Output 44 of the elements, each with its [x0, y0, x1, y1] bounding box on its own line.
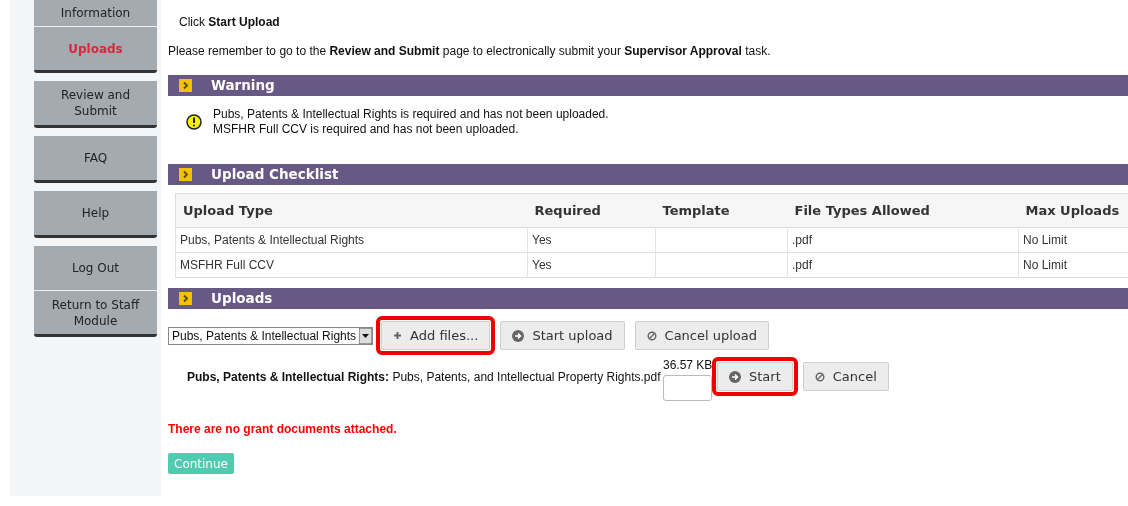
warning-message: MSFHR Full CCV is required and has not been uploaded.: [213, 122, 520, 137]
arrow-circle-icon: [512, 329, 525, 342]
column-header: Template: [655, 193, 788, 228]
upload-button[interactable]: Cancel: [802, 362, 889, 391]
column-header: Upload Type: [175, 193, 528, 228]
warning-message: Pubs, Patents & Intellectual Rights is required and has not been uploaded.: [213, 107, 609, 122]
arrow-circle-icon: [729, 370, 741, 383]
chevron-icon: [179, 168, 192, 181]
file-name: Pubs, Patents, and Intellectual Property Rights.pdf: [392, 370, 661, 384]
error-message: There are no grant documents attached.: [168, 421, 398, 438]
column-header: Max Uploads: [1018, 193, 1128, 228]
instruction-text: Click Start Upload: [179, 14, 281, 29]
chevron-icon: [179, 292, 192, 305]
sidebar-item[interactable]: Return to Staff Module: [34, 290, 157, 334]
upload-button[interactable]: Cancel upload: [634, 321, 769, 350]
section-title: Uploads: [211, 289, 273, 309]
plus-icon: [393, 331, 403, 340]
table-cell: Yes: [532, 233, 552, 247]
table-cell: MSFHR Full CCV: [180, 258, 274, 272]
dropdown-arrow-icon: [359, 327, 373, 344]
table-cell: .pdf: [792, 233, 812, 247]
table-cell: No Limit: [1023, 233, 1067, 247]
upload-button[interactable]: Start: [717, 362, 793, 391]
upload-button[interactable]: Start upload: [500, 321, 625, 350]
sidebar-item[interactable]: Log Out: [34, 246, 157, 290]
progress-field: [663, 375, 712, 401]
table-cell: No Limit: [1023, 258, 1067, 272]
ban-icon: [646, 330, 657, 341]
table-cell: .pdf: [792, 258, 812, 272]
chevron-icon: [179, 79, 192, 92]
table-cell: Yes: [532, 258, 552, 272]
file-size: 36.57 KB: [663, 357, 712, 374]
ban-icon: [814, 371, 825, 382]
section-title: Upload Checklist: [211, 165, 339, 185]
section-title: Warning: [211, 76, 275, 96]
column-header: File Types Allowed: [787, 193, 1019, 228]
upload-button[interactable]: Add files...: [381, 321, 491, 350]
column-header: Required: [527, 193, 656, 228]
file-type-label: Pubs, Patents & Intellectual Rights:: [187, 370, 390, 384]
upload-type-select[interactable]: Pubs, Patents & Intellectual Rights: [168, 326, 374, 345]
sidebar-item[interactable]: Information: [34, 0, 157, 26]
table-cell: Pubs, Patents & Intellectual Rights: [180, 233, 365, 247]
warning-icon: [186, 114, 202, 130]
instruction-text: Please remember to go to the Review and Submit page to electronically submit your Supervisor Approval task.: [168, 43, 772, 58]
